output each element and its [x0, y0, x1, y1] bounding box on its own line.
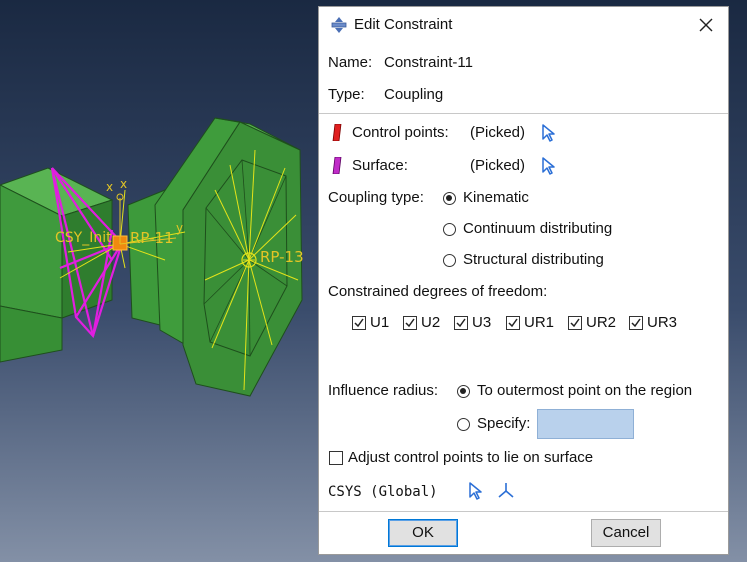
- surface-label: Surface:: [352, 157, 408, 174]
- dof-label: Constrained degrees of freedom:: [328, 283, 548, 300]
- continuum-distributing-radio[interactable]: [443, 223, 456, 236]
- ur2-checkbox[interactable]: [568, 316, 582, 330]
- surface-value: (Picked): [470, 157, 526, 174]
- ur3-label[interactable]: UR3: [647, 314, 677, 331]
- close-button[interactable]: [692, 11, 720, 39]
- u3-label[interactable]: U3: [472, 314, 491, 331]
- ur3-checkbox[interactable]: [629, 316, 643, 330]
- control-points-label: Control points:: [352, 124, 449, 141]
- dialog-titlebar[interactable]: Edit Constraint: [319, 7, 728, 43]
- rp13-label: RP-13: [260, 248, 304, 266]
- influence-radius-label: Influence radius:: [328, 382, 439, 399]
- adjust-control-points-label[interactable]: Adjust control points to lie on surface: [348, 449, 593, 466]
- adjust-control-points-checkbox[interactable]: [329, 451, 343, 465]
- continuum-distributing-label[interactable]: Continuum distributing: [463, 220, 612, 237]
- surface-marker-icon: [332, 156, 342, 178]
- select-csys-arrow-icon[interactable]: [468, 482, 484, 504]
- footer-separator: [319, 511, 728, 512]
- create-csys-axis-icon[interactable]: [497, 481, 515, 503]
- ur2-label[interactable]: UR2: [586, 314, 616, 331]
- axis-x-label-1: x: [106, 180, 113, 194]
- separator: [319, 113, 728, 114]
- control-points-value: (Picked): [470, 124, 526, 141]
- constraint-icon: [331, 17, 347, 37]
- select-surface-arrow-icon[interactable]: [541, 157, 557, 179]
- type-label: Type:: [328, 86, 365, 103]
- u2-label[interactable]: U2: [421, 314, 440, 331]
- specify-label[interactable]: Specify:: [477, 415, 530, 432]
- csys-label: CSYS (Global): [328, 484, 438, 500]
- name-label: Name:: [328, 54, 373, 71]
- ur1-checkbox[interactable]: [506, 316, 520, 330]
- control-point-marker-icon: [332, 123, 342, 145]
- u3-checkbox[interactable]: [454, 316, 468, 330]
- axis-y-label: y: [176, 221, 183, 235]
- csys-label: CSY_Init: [55, 230, 112, 246]
- cancel-button[interactable]: Cancel: [591, 519, 661, 547]
- dialog-title: Edit Constraint: [354, 16, 453, 33]
- kinematic-label[interactable]: Kinematic: [463, 189, 529, 206]
- ok-button[interactable]: OK: [388, 519, 458, 547]
- outermost-point-radio[interactable]: [457, 385, 470, 398]
- structural-distributing-radio[interactable]: [443, 254, 456, 267]
- ur1-label[interactable]: UR1: [524, 314, 554, 331]
- name-value: Constraint-11: [384, 54, 473, 71]
- type-value: Coupling: [384, 86, 444, 103]
- u1-label[interactable]: U1: [370, 314, 389, 331]
- outermost-point-label[interactable]: To outermost point on the region: [477, 382, 692, 399]
- specify-radio[interactable]: [457, 418, 470, 431]
- select-control-points-arrow-icon[interactable]: [541, 124, 557, 146]
- rp11-label: RP-11: [130, 229, 174, 247]
- structural-distributing-label[interactable]: Structural distributing: [463, 251, 604, 268]
- close-icon: [699, 18, 713, 32]
- axis-x-label-2: x: [120, 177, 127, 191]
- kinematic-radio[interactable]: [443, 192, 456, 205]
- u2-checkbox[interactable]: [403, 316, 417, 330]
- specify-radius-input[interactable]: [537, 409, 634, 439]
- u1-checkbox[interactable]: [352, 316, 366, 330]
- coupling-type-label: Coupling type:: [328, 189, 424, 206]
- edit-constraint-dialog: Edit Constraint Name: Constraint-11 Type…: [318, 6, 729, 555]
